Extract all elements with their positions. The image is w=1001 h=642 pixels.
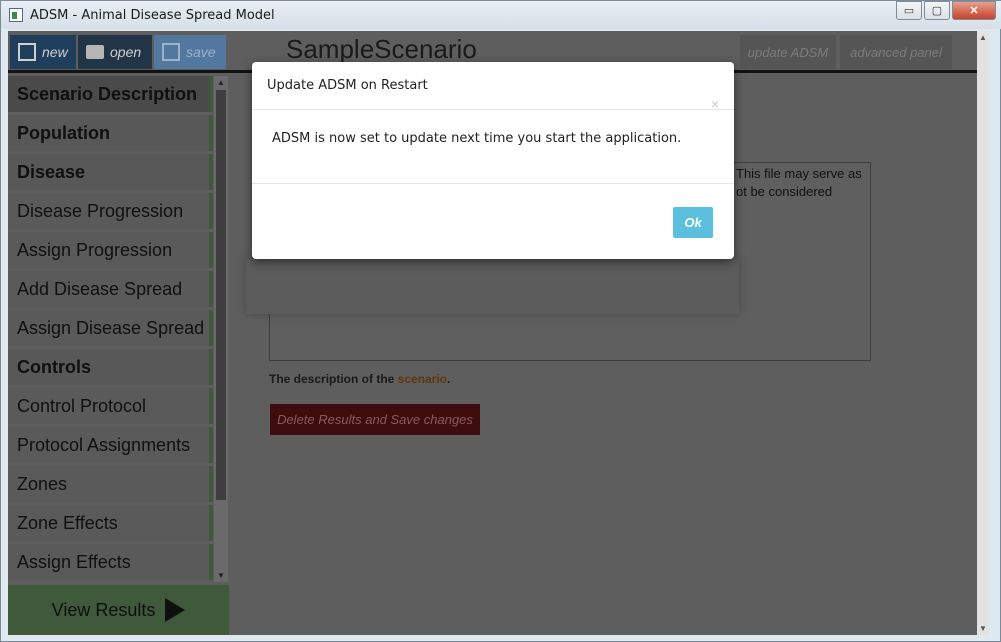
update-adsm-button[interactable]: update ADSM: [740, 35, 836, 69]
description-text: This file may serve as ot be considered: [736, 166, 862, 199]
sidebar-item-label: Zones: [17, 473, 68, 494]
window-scroll-down-icon[interactable]: ▼: [979, 624, 987, 633]
save-label: save: [186, 44, 216, 60]
sidebar-item-label: Control Protocol: [17, 395, 147, 416]
sidebar-item-label: Disease: [17, 161, 86, 182]
sidebar-item-disease-progression[interactable]: Disease Progression: [8, 193, 213, 229]
sidebar-item-label: Assign Progression: [17, 239, 173, 260]
maximize-button[interactable]: ▢: [924, 1, 950, 20]
folder-icon: [86, 45, 104, 59]
window-scrollbar[interactable]: ▲ ▼: [977, 31, 989, 635]
sidebar-item-zones[interactable]: Zones: [8, 466, 213, 502]
modal-body: ADSM is now set to update next time you …: [252, 111, 734, 184]
sidebar-item-population[interactable]: Population: [8, 115, 213, 151]
new-button[interactable]: new: [10, 35, 76, 69]
view-results-button[interactable]: View Results: [8, 585, 229, 635]
modal-header: Update ADSM on Restart ×: [252, 62, 734, 112]
sidebar-item-label: Controls: [17, 356, 91, 377]
view-results-label: View Results: [51, 599, 156, 620]
window-title: ADSM - Animal Disease Spread Model: [30, 8, 275, 23]
modal-title: Update ADSM on Restart: [267, 78, 428, 93]
sidebar-item-control-protocol[interactable]: Control Protocol: [8, 388, 213, 424]
scenario-title: SampleScenario: [286, 34, 477, 64]
sidebar-scrollbar[interactable]: ▲ ▼: [214, 76, 228, 582]
sidebar-item-controls[interactable]: Controls: [8, 349, 213, 385]
delete-results-save-button[interactable]: Delete Results and Save changes: [270, 404, 480, 435]
sidebar-item-scenario-description[interactable]: Scenario Description: [8, 76, 213, 112]
new-file-icon: [18, 43, 36, 61]
sidebar-item-label: Disease Progression: [17, 200, 184, 221]
sidebar-item-label: Add Disease Spread: [17, 278, 183, 299]
sidebar-item-label: Assign Disease Spread: [17, 317, 205, 338]
minimize-button[interactable]: ▭: [896, 1, 922, 20]
title-bar[interactable]: ADSM - Animal Disease Spread Model ▭ ▢ ✕: [1, 1, 1001, 29]
app-window: ADSM - Animal Disease Spread Model ▭ ▢ ✕…: [0, 0, 1001, 642]
sidebar-item-assign-disease-spread[interactable]: Assign Disease Spread: [8, 310, 213, 346]
sidebar-nav: Scenario Description Population Disease …: [8, 76, 213, 588]
sidebar-item-label: Population: [17, 122, 110, 143]
play-icon: [165, 598, 186, 622]
ghost-dialog-shadow: [246, 259, 739, 314]
new-label: new: [42, 44, 68, 60]
help-suffix: .: [447, 372, 451, 386]
modal-close-icon[interactable]: ×: [711, 96, 719, 112]
advanced-panel-button[interactable]: advanced panel: [840, 35, 952, 69]
sidebar-item-label: Assign Effects: [17, 551, 131, 572]
sidebar-item-label: Protocol Assignments: [17, 434, 191, 455]
scroll-up-arrow-icon[interactable]: ▲: [217, 78, 225, 87]
open-label: open: [110, 44, 142, 60]
window-controls: ▭ ▢ ✕: [894, 1, 996, 20]
sidebar-item-zone-effects[interactable]: Zone Effects: [8, 505, 213, 541]
sidebar-item-assign-effects[interactable]: Assign Effects: [8, 544, 213, 580]
open-button[interactable]: open: [78, 35, 152, 69]
update-modal: Update ADSM on Restart × ADSM is now set…: [252, 62, 734, 259]
sidebar-item-protocol-assignments[interactable]: Protocol Assignments: [8, 427, 213, 463]
help-prefix: The description of the: [269, 372, 398, 386]
window-scroll-up-icon[interactable]: ▲: [979, 33, 987, 42]
scenario-link[interactable]: scenario: [398, 372, 447, 386]
description-help-text: The description of the scenario.: [269, 372, 450, 386]
sidebar-item-add-disease-spread[interactable]: Add Disease Spread: [8, 271, 213, 307]
app-icon: [9, 8, 23, 22]
sidebar-item-label: Scenario Description: [17, 83, 198, 104]
close-window-button[interactable]: ✕: [952, 1, 996, 20]
sidebar-item-disease[interactable]: Disease: [8, 154, 213, 190]
scroll-down-arrow-icon[interactable]: ▼: [217, 571, 225, 580]
save-disk-icon: [162, 43, 180, 61]
sidebar-item-assign-progression[interactable]: Assign Progression: [8, 232, 213, 268]
sidebar-scroll-thumb[interactable]: [216, 90, 226, 500]
modal-message: ADSM is now set to update next time you …: [272, 131, 682, 146]
sidebar-item-label: Zone Effects: [17, 512, 118, 533]
ok-button[interactable]: Ok: [673, 207, 713, 238]
save-button[interactable]: save: [154, 35, 226, 69]
